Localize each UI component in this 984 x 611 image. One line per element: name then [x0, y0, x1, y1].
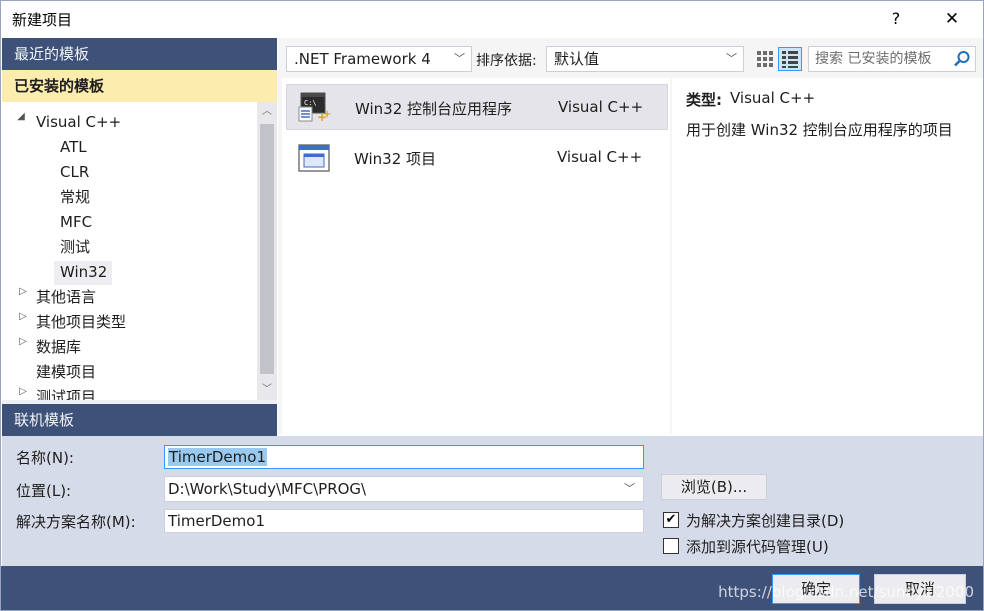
- help-button[interactable]: ?: [880, 4, 912, 34]
- template-description-panel: 类型: Visual C++ 用于创建 Win32 控制台应用程序的项目: [672, 78, 984, 434]
- tree-item-modeling-projects[interactable]: 建模项目: [36, 360, 96, 384]
- collapsed-arrow-icon[interactable]: ▷: [18, 386, 28, 397]
- chevron-down-icon: ﹀: [624, 482, 635, 495]
- location-label: 位置(L):: [16, 482, 72, 500]
- tree-item-test-projects[interactable]: 测试项目: [36, 385, 96, 400]
- sort-select-value: 默认值: [554, 50, 600, 68]
- console-app-icon: C:\ + +: [297, 91, 333, 125]
- window-title: 新建项目: [12, 11, 73, 29]
- watermark-text: https://blog.csdn.net/sunnyzl2000: [718, 583, 974, 601]
- solution-name-value: TimerDemo1: [168, 512, 265, 530]
- template-list: C:\ + + Win32 控制台应用程序 Visual C++ Win32 项…: [282, 78, 670, 434]
- search-icon[interactable]: [953, 50, 971, 68]
- tree-item-general[interactable]: 常规: [60, 185, 90, 209]
- tree-item-other-project-types[interactable]: 其他项目类型: [36, 310, 126, 334]
- project-name-value: TimerDemo1: [168, 448, 267, 466]
- template-name: Win32 项目: [354, 150, 437, 168]
- expanded-arrow-icon[interactable]: ◢: [16, 111, 26, 122]
- svg-text:+: +: [323, 109, 331, 120]
- source-control-checkbox[interactable]: [663, 538, 679, 554]
- name-label: 名称(N):: [16, 449, 74, 467]
- tree-item-clr[interactable]: CLR: [60, 160, 89, 184]
- framework-select[interactable]: .NET Framework 4 ﹀: [286, 46, 472, 72]
- close-button[interactable]: ✕: [934, 4, 970, 34]
- collapsed-arrow-icon[interactable]: ▷: [18, 311, 28, 322]
- location-select[interactable]: D:\Work\Study\MFC\PROG\ ﹀: [164, 476, 644, 502]
- window-app-icon: [296, 141, 332, 175]
- tree-item-visual-cpp[interactable]: Visual C++: [36, 110, 121, 134]
- list-view-icon[interactable]: [778, 47, 802, 71]
- search-placeholder: 搜索 已安装的模板: [815, 51, 932, 67]
- create-directory-checkbox[interactable]: ✔: [663, 512, 679, 528]
- recent-templates-header[interactable]: 最近的模板: [2, 38, 277, 70]
- installed-templates-header[interactable]: 已安装的模板: [2, 70, 277, 102]
- source-control-label[interactable]: 添加到源代码管理(U): [686, 536, 829, 557]
- template-language: Visual C++: [557, 148, 643, 166]
- template-language: Visual C++: [558, 98, 644, 116]
- project-settings-form: 名称(N): TimerDemo1 位置(L): D:\Work\Study\M…: [2, 436, 984, 566]
- chevron-down-icon: ﹀: [454, 52, 465, 65]
- tree-item-database[interactable]: 数据库: [36, 335, 81, 359]
- sort-select[interactable]: 默认值 ﹀: [546, 46, 744, 72]
- tree-item-win32[interactable]: Win32: [60, 260, 107, 284]
- title-bar: 新建项目 ? ✕: [0, 0, 984, 38]
- dialog-footer: 确定 取消 https://blog.csdn.net/sunnyzl2000: [0, 566, 984, 611]
- checkmark-icon: ✔: [665, 512, 677, 527]
- collapsed-arrow-icon[interactable]: ▷: [18, 336, 28, 347]
- type-label: 类型:: [686, 91, 722, 109]
- search-input[interactable]: 搜索 已安装的模板: [808, 46, 976, 72]
- browse-button[interactable]: 浏览(B)...: [661, 474, 767, 500]
- small-icons-view-icon[interactable]: [754, 48, 776, 70]
- project-name-input[interactable]: TimerDemo1: [164, 445, 644, 469]
- svg-text:C:\: C:\: [304, 99, 317, 107]
- template-category-pane: 最近的模板 已安装的模板 ◢ Visual C++ ATL CLR 常规 MFC…: [2, 38, 277, 436]
- template-row[interactable]: C:\ + + Win32 控制台应用程序 Visual C++: [286, 84, 668, 130]
- tree-scrollbar[interactable]: ︿ ﹀: [257, 102, 277, 400]
- tree-item-atl[interactable]: ATL: [60, 135, 87, 159]
- solution-name-label: 解决方案名称(M):: [16, 513, 136, 531]
- scroll-up-icon[interactable]: ︿: [257, 102, 277, 122]
- collapsed-arrow-icon[interactable]: ▷: [18, 286, 28, 297]
- tree-item-other-languages[interactable]: 其他语言: [36, 285, 96, 309]
- template-name: Win32 控制台应用程序: [355, 100, 513, 118]
- online-templates-header[interactable]: 联机模板: [2, 404, 277, 436]
- chevron-down-icon: ﹀: [726, 52, 737, 65]
- description-text: 用于创建 Win32 控制台应用程序的项目: [686, 121, 953, 139]
- scrollbar-thumb[interactable]: [260, 124, 274, 374]
- framework-select-value: .NET Framework 4: [294, 50, 431, 68]
- template-row[interactable]: Win32 项目 Visual C++: [286, 135, 668, 181]
- scroll-down-icon[interactable]: ﹀: [257, 380, 277, 400]
- location-value: D:\Work\Study\MFC\PROG\: [168, 480, 367, 498]
- create-directory-label[interactable]: 为解决方案创建目录(D): [686, 510, 844, 531]
- type-value: Visual C++: [730, 89, 816, 107]
- tree-item-mfc[interactable]: MFC: [60, 210, 92, 234]
- category-tree: ◢ Visual C++ ATL CLR 常规 MFC 测试 Win32 ▷ 其…: [2, 102, 257, 400]
- solution-name-input[interactable]: TimerDemo1: [164, 509, 644, 533]
- tree-item-test[interactable]: 测试: [60, 235, 90, 259]
- sort-label: 排序依据:: [476, 53, 537, 69]
